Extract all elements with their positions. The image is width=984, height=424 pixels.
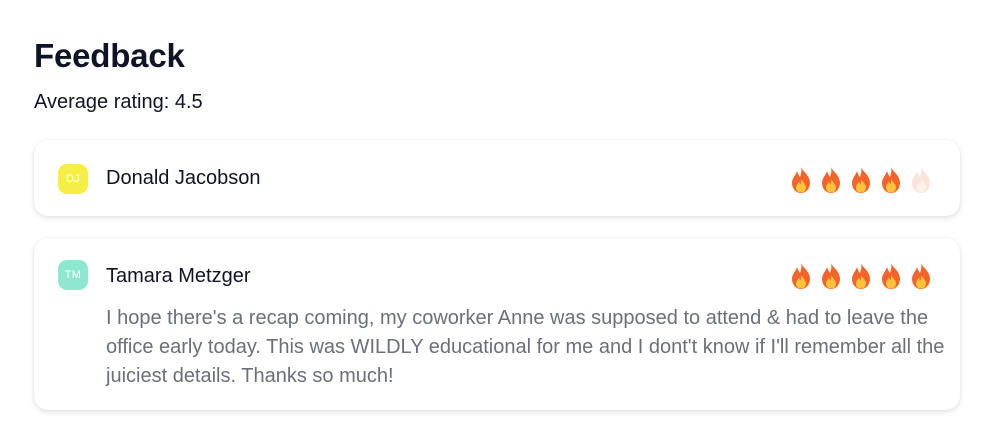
avatar: DJ (58, 164, 88, 194)
fire-icon (822, 263, 840, 289)
fire-icon (912, 263, 930, 289)
fire-icon (852, 167, 870, 193)
feedback-card: DJ Donald Jacobson (34, 140, 960, 216)
fire-icon (882, 167, 900, 193)
fire-icon (852, 263, 870, 289)
feedback-card: TM Tamara Metzger I hope there's a recap… (34, 238, 960, 410)
feedback-comment: I hope there's a recap coming, my cowork… (106, 307, 945, 387)
fire-icon (792, 167, 810, 193)
fire-icon (882, 263, 900, 289)
fire-icon (792, 263, 810, 289)
fire-icon (912, 167, 930, 193)
page-title: Feedback (34, 37, 185, 74)
avatar: TM (58, 260, 88, 290)
fire-rating (788, 166, 934, 194)
reviewer-name: Donald Jacobson (106, 167, 261, 189)
fire-rating (788, 262, 934, 290)
average-rating: Average rating: 4.5 (34, 91, 203, 113)
feedback-page: Feedback Average rating: 4.5 DJ Donald J… (0, 0, 984, 424)
fire-icon (822, 167, 840, 193)
reviewer-name: Tamara Metzger (106, 265, 251, 287)
